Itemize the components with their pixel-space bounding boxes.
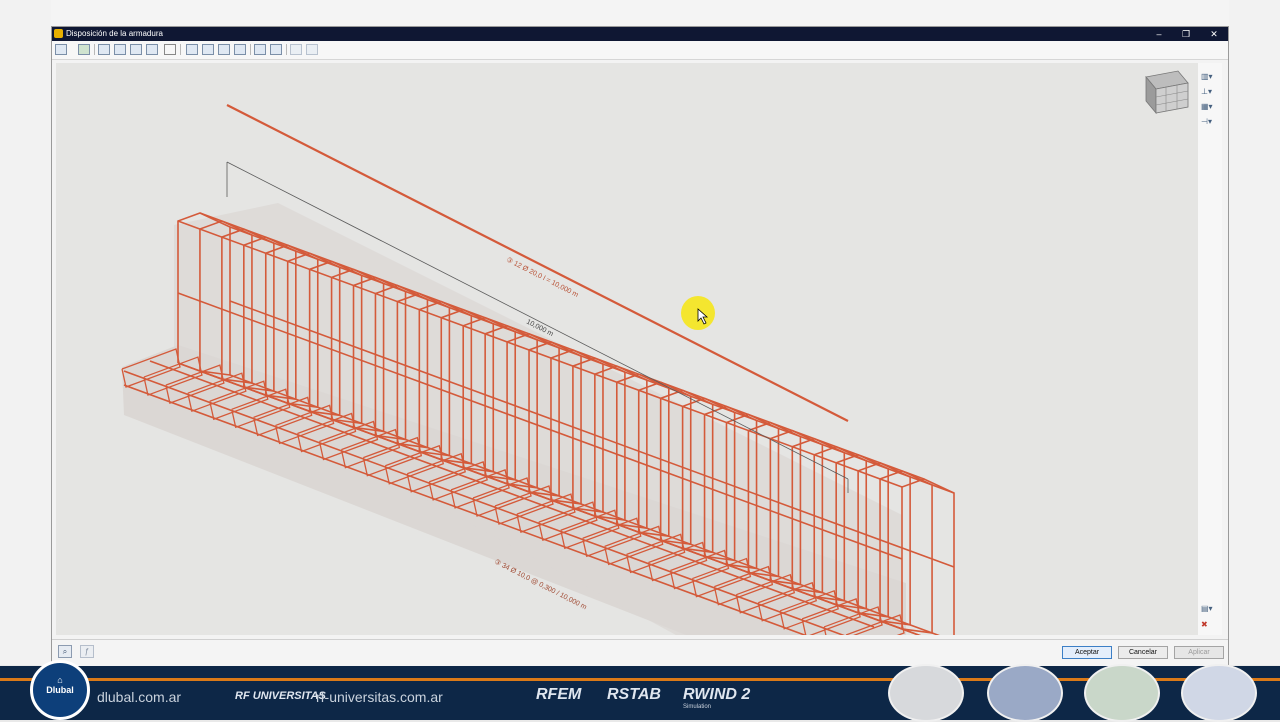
dlubal-logo: ⌂ Dlubal — [30, 660, 90, 720]
background-top — [0, 0, 1280, 26]
logo-text: Dlubal — [46, 685, 74, 695]
app-icon — [54, 29, 63, 38]
rf-universitas-logo: RF UNIVERSITAS — [235, 690, 326, 702]
background-left — [0, 0, 51, 665]
thumbnail-1 — [888, 664, 964, 722]
export-icon[interactable] — [78, 44, 90, 55]
title-bar: Disposición de la armadura – ❐ ✕ — [52, 27, 1228, 41]
link-icon[interactable] — [234, 44, 246, 55]
measure-icon[interactable] — [270, 44, 282, 55]
product-rwind: RWIND 2 — [683, 686, 751, 703]
display-options-icon[interactable]: ▥▾ — [1201, 71, 1218, 82]
thumbnail-3 — [1084, 664, 1160, 722]
filter-icon[interactable] — [202, 44, 214, 55]
product-rstab: RSTAB — [607, 686, 661, 703]
grid-icon[interactable] — [146, 44, 158, 55]
toolbar-separator — [180, 44, 181, 55]
toolbar-separator — [250, 44, 251, 55]
3d-viewport[interactable]: ③ 12 Ø 20,0 l = 10,000 m 10,000 m ③ 34 Ø… — [56, 63, 1198, 635]
toolbar-separator — [286, 44, 287, 55]
coordinate-icon[interactable]: ⊥▾ — [1201, 86, 1218, 97]
restore-button[interactable]: ❐ — [1172, 27, 1200, 41]
search-icon[interactable]: ⌕ — [58, 645, 72, 658]
section-icon[interactable] — [114, 44, 126, 55]
rwind-subtitle: Simulation — [683, 704, 712, 710]
top-bar-label: ③ 12 Ø 20,0 l = 10,000 m — [505, 256, 580, 299]
print-graphic-icon[interactable]: ▤▾ — [1201, 603, 1218, 614]
cancelar-button[interactable]: Cancelar — [1118, 646, 1168, 659]
aceptar-button[interactable]: Aceptar — [1062, 646, 1112, 659]
aplicar-button[interactable]: Aplicar — [1174, 646, 1224, 659]
dlubal-site-link[interactable]: dlubal.com.ar — [97, 689, 181, 705]
logo-building-icon: ⌂ — [57, 675, 63, 685]
window-title: Disposición de la armadura — [66, 29, 163, 38]
minimize-button[interactable]: – — [1145, 27, 1173, 41]
background-right — [1229, 0, 1280, 665]
reinforcement-layout-dialog: Disposición de la armadura – ❐ ✕ ③ 12 Ø … — [51, 26, 1229, 666]
toolbar-separator — [94, 44, 95, 55]
reset-icon[interactable]: ✖ — [1201, 619, 1218, 630]
print-icon[interactable] — [55, 44, 67, 55]
rf-universitas-site-link[interactable]: rf-universitas.com.ar — [316, 689, 443, 705]
product-rfem: RFEM — [536, 686, 582, 703]
formula-icon[interactable]: ƒ — [80, 645, 94, 658]
bottom-bar: ⌕ ƒ Aceptar Cancelar Aplicar — [52, 639, 1228, 666]
dimension-icon[interactable] — [254, 44, 266, 55]
axis-icon[interactable] — [164, 44, 176, 55]
close-button[interactable]: ✕ — [1200, 27, 1228, 41]
render-icon[interactable]: ▦▾ — [1201, 101, 1218, 112]
toolbar — [52, 41, 1228, 60]
frame-icon[interactable] — [130, 44, 142, 55]
thumbnail-2 — [987, 664, 1063, 722]
reinforcement-3d-view[interactable]: ③ 12 Ø 20,0 l = 10,000 m 10,000 m ③ 34 Ø… — [56, 63, 1198, 635]
thumbnail-4 — [1181, 664, 1257, 722]
arrow-left-icon[interactable] — [290, 44, 302, 55]
arrow-right-icon[interactable] — [306, 44, 318, 55]
table-icon[interactable] — [218, 44, 230, 55]
view-icon[interactable] — [98, 44, 110, 55]
right-toolbar: ▥▾ ⊥▾ ▦▾ ⊣▾ ▤▾ ✖ — [1198, 63, 1222, 635]
layer-icon[interactable] — [186, 44, 198, 55]
view-cube-icon[interactable] — [1145, 70, 1189, 115]
settings-icon[interactable]: ⊣▾ — [1201, 116, 1218, 127]
